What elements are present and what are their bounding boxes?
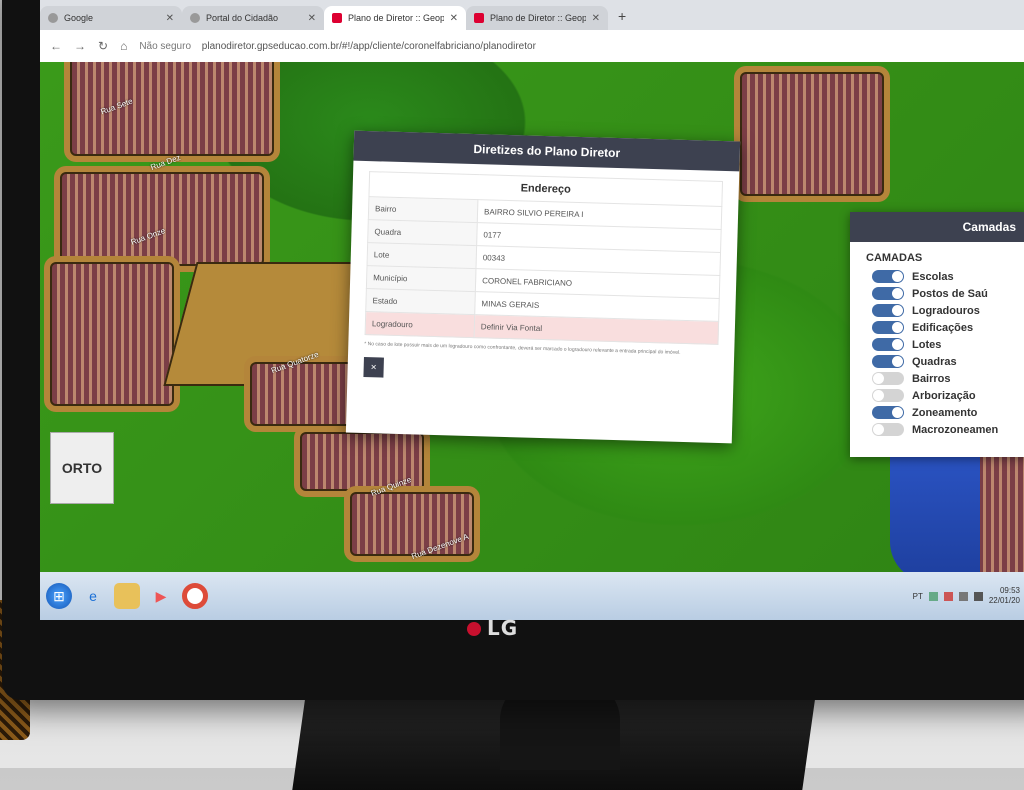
layer-row[interactable]: Postos de Saú [872,285,1024,302]
layer-row[interactable]: Escolas [872,268,1024,285]
browser-chrome: Google ✕ Portal do Cidadão ✕ Plano de Di… [40,0,1024,62]
brand-text: LG [487,616,519,640]
layer-toggle[interactable] [872,338,904,351]
row-key: Bairro [368,196,478,223]
orto-basemap-button[interactable]: ORTO [50,432,114,504]
layer-toggle[interactable] [872,372,904,385]
media-player-icon[interactable]: ▶ [148,583,174,609]
urban-block [740,72,884,196]
layers-title: Camadas [850,212,1024,242]
tab-google[interactable]: Google ✕ [40,6,182,30]
layer-row[interactable]: Macrozoneamen [872,421,1024,438]
layer-label: Bairros [912,372,951,385]
urban-block [60,172,264,266]
tab-portal[interactable]: Portal do Cidadão ✕ [182,6,324,30]
layer-label: Zoneamento [912,406,978,419]
close-icon[interactable]: ✕ [592,13,600,24]
folder-icon[interactable] [114,583,140,609]
close-button[interactable]: × [363,357,384,378]
angular-icon [332,13,342,23]
tab-strip: Google ✕ Portal do Cidadão ✕ Plano de Di… [40,2,1024,30]
lg-logo-icon [467,622,481,636]
close-icon[interactable]: ✕ [308,13,316,24]
globe-icon [190,13,200,23]
start-button[interactable]: ⊞ [46,583,72,609]
layer-toggle[interactable] [872,423,904,436]
google-icon [48,13,58,23]
layer-toggle[interactable] [872,304,904,317]
modal-body: Endereço Bairro BAIRRO SILVIO PEREIRA I Q… [347,161,739,398]
layer-label: Postos de Saú [912,287,988,300]
chrome-icon[interactable] [182,583,208,609]
address-table: Endereço Bairro BAIRRO SILVIO PEREIRA I Q… [365,171,723,345]
layer-label: Logradouros [912,304,980,317]
close-icon[interactable]: ✕ [450,13,458,24]
urban-block [350,492,474,556]
urban-block [50,262,174,406]
layer-row[interactable]: Quadras [872,353,1024,370]
tab-plano-diretor-active[interactable]: Plano de Diretor :: Geopix ✕ [324,6,466,30]
layer-row[interactable]: Logradouros [872,302,1024,319]
plano-diretor-modal: Diretizes do Plano Diretor Endereço Bair… [345,130,741,444]
angular-icon [474,13,484,23]
security-indicator[interactable]: Não seguro [139,41,191,52]
row-key: Lote [367,242,477,269]
layers-subtitle: CAMADAS [866,252,923,264]
system-tray: PT 09:53 22/01/20 [913,586,1024,606]
layer-toggle[interactable] [872,287,904,300]
layer-label: Lotes [912,338,942,351]
volume-icon[interactable] [973,591,983,601]
row-key: Município [366,265,476,292]
row-key: Logradouro [365,311,475,338]
network-icon[interactable] [958,591,968,601]
layer-toggle[interactable] [872,321,904,334]
monitor-logo: LG [467,616,518,640]
tab-label: Plano de Diretor :: Geopix [490,13,586,23]
clock-time: 09:53 [999,586,1020,595]
layer-toggle[interactable] [872,389,904,402]
url-text: planodiretor.gpseducao.com.br/#!/app/cli… [201,40,536,52]
monitor: Google ✕ Portal do Cidadão ✕ Plano de Di… [2,0,1024,700]
forward-icon[interactable]: → [74,39,86,53]
back-icon[interactable]: ← [50,39,62,53]
layers-panel: Camadas CAMADAS Escolas Postos de Saú Logr… [850,212,1024,457]
url-field[interactable]: Não seguro planodiretor.gpseducao.com.br… [139,41,536,52]
layer-row[interactable]: Zoneamento [872,404,1024,421]
layer-list: Escolas Postos de Saú Logradouros Edificaçõ… [850,268,1024,438]
tray-icon[interactable] [943,591,953,601]
ie-icon[interactable]: e [80,583,106,609]
tray-icon[interactable] [928,591,938,601]
home-icon[interactable]: ⌂ [120,39,127,53]
layer-row[interactable]: Bairros [872,370,1024,387]
language-indicator[interactable]: PT [913,592,923,601]
layer-row[interactable]: Edificações [872,319,1024,336]
clock-date: 22/01/20 [988,596,1020,605]
new-tab-button[interactable]: + [608,2,636,30]
close-icon[interactable]: ✕ [166,13,174,24]
tab-label: Plano de Diretor :: Geopix [348,13,444,23]
layer-row[interactable]: Lotes [872,336,1024,353]
taskbar: ⊞ e ▶ PT 09:53 22/01/20 [40,572,1024,620]
layer-label: Escolas [912,270,954,283]
clock[interactable]: 09:53 22/01/20 [989,586,1020,606]
address-bar: ← → ↻ ⌂ Não seguro planodiretor.gpseduca… [40,30,1024,62]
layer-label: Quadras [912,355,957,368]
layer-label: Edificações [912,321,974,334]
map-canvas[interactable]: Rua Sete Rua Dez Rua Quatorze Rua Quinze… [40,62,1024,572]
layer-label: Arborização [912,389,976,402]
row-key: Estado [365,288,476,315]
tab-label: Portal do Cidadão [206,13,279,23]
layer-toggle[interactable] [872,355,904,368]
layer-toggle[interactable] [872,270,904,283]
row-key: Quadra [367,219,478,246]
screen: Google ✕ Portal do Cidadão ✕ Plano de Di… [40,0,1024,620]
layer-row[interactable]: Arborização [872,387,1024,404]
tab-plano-diretor[interactable]: Plano de Diretor :: Geopix ✕ [466,6,608,30]
tab-label: Google [64,13,94,23]
layer-toggle[interactable] [872,406,904,419]
layer-label: Macrozoneamen [912,423,999,436]
reload-icon[interactable]: ↻ [98,39,108,53]
